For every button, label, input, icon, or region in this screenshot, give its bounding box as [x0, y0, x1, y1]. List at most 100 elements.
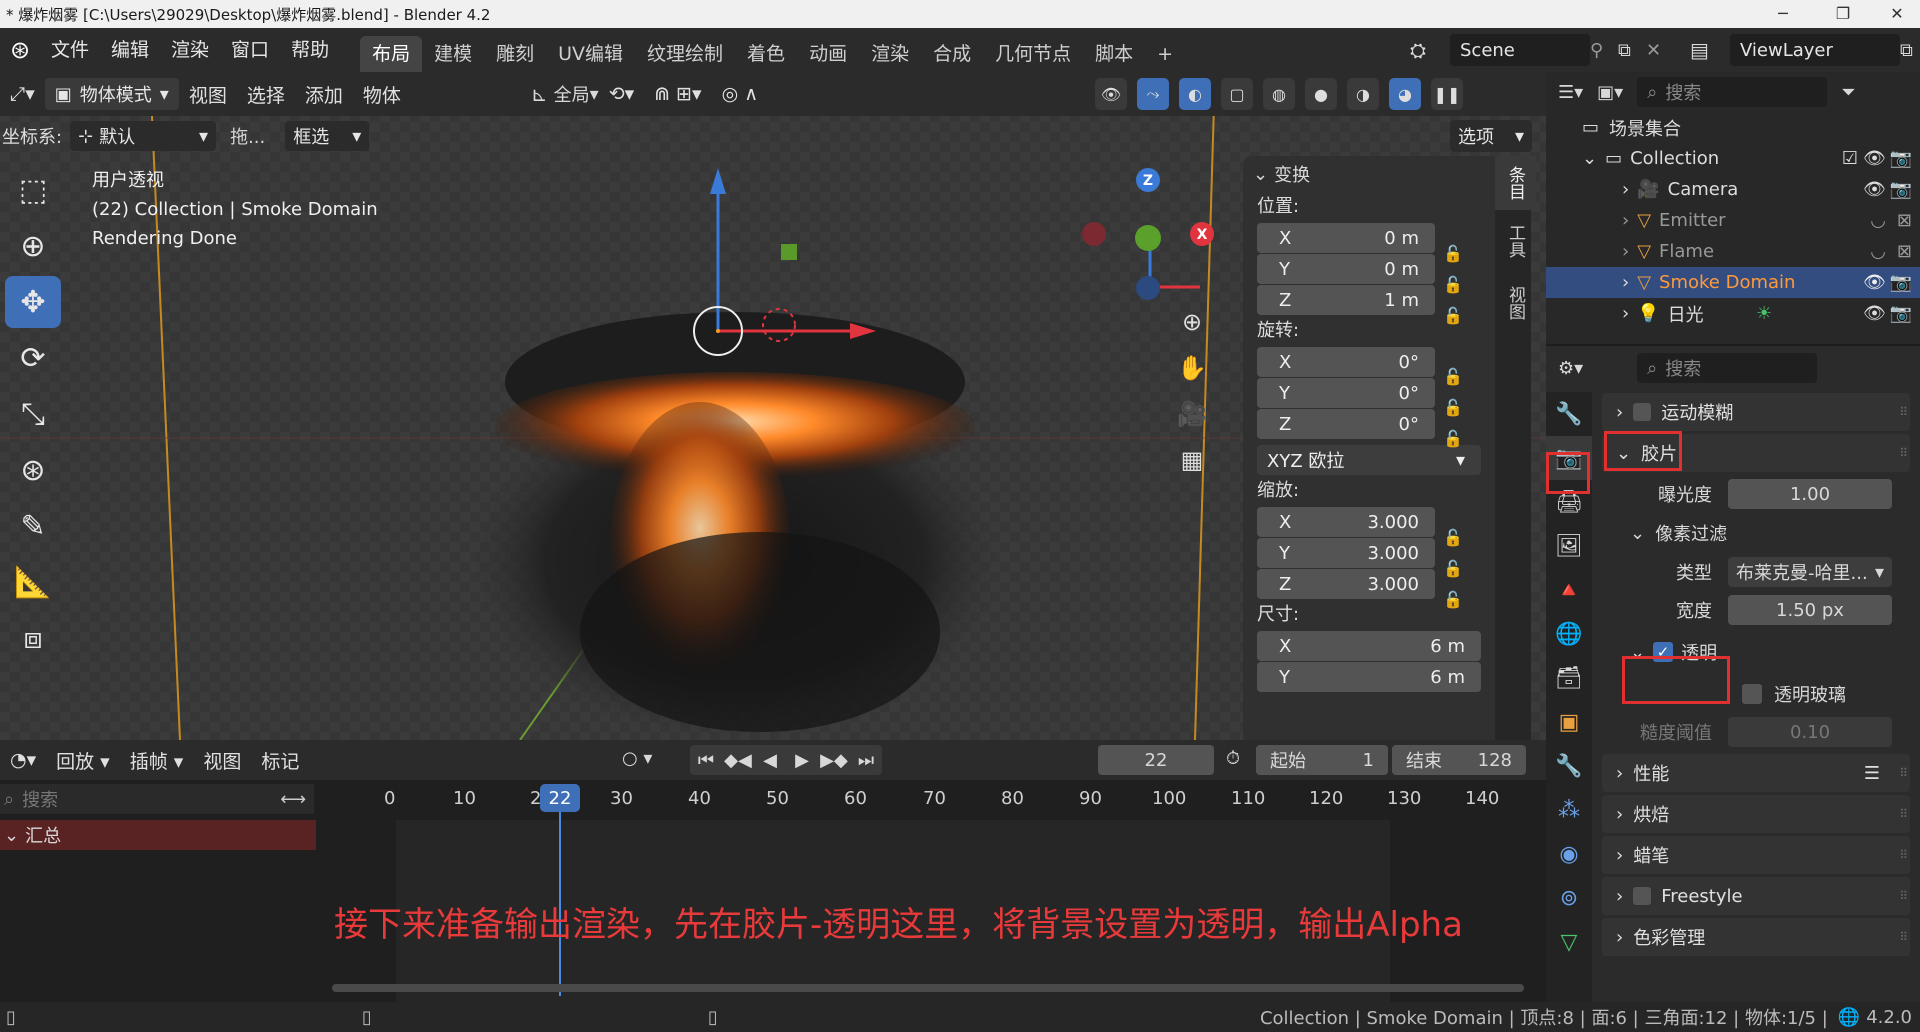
new-view-layer-icon[interactable]: ⧉ — [1900, 40, 1920, 61]
lock-icon[interactable]: 🔓 — [1443, 522, 1463, 553]
current-frame-field[interactable]: 22 — [1098, 745, 1214, 775]
editor-type-icon[interactable]: ⤢▾ — [0, 83, 45, 105]
menu-view[interactable]: 视图 — [179, 81, 237, 108]
menu-object[interactable]: 物体 — [353, 81, 411, 108]
rotation-z-field[interactable]: Z 0° — [1257, 409, 1435, 439]
play-reverse-icon[interactable]: ◀ — [754, 750, 786, 771]
camera-view-icon[interactable]: 🎥 — [1172, 400, 1212, 446]
transform-tool-icon[interactable]: ⊛ — [5, 444, 61, 496]
delete-scene-icon[interactable]: ✕ — [1646, 40, 1670, 61]
view-layer-field[interactable]: ViewLayer — [1730, 34, 1900, 66]
scene-props-icon[interactable]: 🔺 — [1546, 568, 1592, 612]
lock-icon[interactable]: 🔓 — [1443, 269, 1463, 300]
outliner-item-sun[interactable]: › 💡 日光 ☀ 👁 📷 — [1546, 298, 1920, 329]
rotate-tool-icon[interactable]: ⟳ — [5, 332, 61, 384]
options-dropdown[interactable]: 选项 ▾ — [1450, 120, 1532, 152]
tab-modeling[interactable]: 建模 — [422, 36, 484, 72]
lock-icon[interactable]: 🔓 — [1443, 238, 1463, 269]
timeline-search[interactable]: ⌕ 搜索 ⟷ — [0, 784, 314, 814]
lock-icon[interactable]: 🔓 — [1443, 392, 1463, 423]
lock-icon[interactable]: 🔓 — [1443, 361, 1463, 392]
scene-selector[interactable]: ⛭ Scene ⚲ ⧉ ✕ — [1410, 34, 1670, 66]
outliner-item-flame[interactable]: › ▽ Flame ◡ ⊠ — [1546, 236, 1920, 267]
timer-icon[interactable]: ⏱ — [1226, 748, 1240, 769]
frame-ruler[interactable]: 0 10 20 30 40 50 60 70 80 90 100 110 120… — [330, 780, 1530, 820]
outliner-item-smoke-domain[interactable]: › ▽ Smoke Domain 👁 📷 — [1546, 267, 1920, 298]
outliner-item-camera[interactable]: › 🎥 Camera 👁 📷 — [1546, 174, 1920, 205]
scale-z-field[interactable]: Z 3.000 — [1257, 569, 1435, 599]
rotation-x-field[interactable]: X 0° — [1257, 347, 1435, 377]
tab-uv-editing[interactable]: UV编辑 — [546, 36, 635, 72]
start-frame-field[interactable]: 起始 1 — [1256, 745, 1388, 775]
marker-menu[interactable]: 标记 — [251, 747, 309, 774]
timeline-editor-icon[interactable]: ◔▾ — [0, 749, 46, 771]
timeline-body[interactable]: ⌕搜索⟷ ⌄汇总 0 10 20 30 40 50 60 70 80 90 10… — [0, 780, 1546, 1002]
location-y-field[interactable]: Y0 m — [1257, 254, 1435, 284]
add-cube-tool-icon[interactable]: ⧈ — [5, 612, 61, 664]
drag-dropdown[interactable]: 拖... — [230, 123, 265, 149]
location-x-field[interactable]: X0 m — [1257, 223, 1435, 253]
outliner-search[interactable]: ⌕ 搜索 — [1637, 77, 1828, 107]
dimension-y-field[interactable]: Y6 m — [1257, 662, 1481, 692]
menu-select[interactable]: 选择 — [237, 81, 295, 108]
color-management-section[interactable]: › 色彩管理 ⠿ — [1602, 918, 1910, 956]
filter-icon[interactable]: ⏷ — [1841, 82, 1855, 103]
add-workspace-icon[interactable]: + — [1145, 36, 1185, 72]
tab-sculpting[interactable]: 雕刻 — [484, 36, 546, 72]
bake-section[interactable]: › 烘焙 ⠿ — [1602, 795, 1910, 833]
view-layer-props-icon[interactable]: 🖼 — [1546, 524, 1592, 568]
roughness-field[interactable]: 0.10 — [1728, 717, 1892, 747]
grease-pencil-section[interactable]: › 蜡笔 ⠿ — [1602, 836, 1910, 874]
new-scene-icon[interactable]: ⧉ — [1618, 40, 1646, 61]
xray-icon[interactable]: ▢ — [1221, 78, 1253, 110]
filter-type-dropdown[interactable]: 布莱克曼-哈里... ▾ — [1728, 557, 1892, 587]
rendered-shading-icon[interactable]: ◕ — [1389, 78, 1421, 110]
menu-help[interactable]: 帮助 — [280, 28, 340, 72]
menu-render[interactable]: 渲染 — [160, 28, 220, 72]
timeline-scrollbar[interactable] — [332, 984, 1524, 992]
tab-animation[interactable]: 动画 — [797, 36, 859, 72]
gizmo-toggle-icon[interactable]: ⤳ — [1137, 78, 1169, 110]
pivot-icon[interactable]: ⟲▾ — [599, 83, 644, 105]
jump-end-icon[interactable]: ⏭ — [850, 750, 882, 771]
prev-keyframe-icon[interactable]: ◆◀ — [722, 750, 754, 771]
performance-section[interactable]: › 性能 ☰ ⠿ — [1602, 754, 1910, 792]
properties-search[interactable]: ⌕ 搜索 — [1637, 353, 1818, 383]
menu-edit[interactable]: 编辑 — [100, 28, 160, 72]
view-layer-selector[interactable]: ▤ ViewLayer ⧉ — [1690, 34, 1920, 66]
ortho-grid-icon[interactable]: ▦ — [1172, 446, 1212, 492]
material-shading-icon[interactable]: ◑ — [1347, 78, 1379, 110]
annotate-tool-icon[interactable]: ✎ — [5, 500, 61, 552]
freestyle-section[interactable]: › Freestyle ⠿ — [1602, 877, 1910, 915]
keying-menu[interactable]: 插帧 ▾ — [120, 747, 194, 774]
particles-props-icon[interactable]: ⁂ — [1546, 788, 1592, 832]
rotation-y-field[interactable]: Y 0° — [1257, 378, 1435, 408]
transparent-glass-row[interactable]: 透明玻璃 — [1742, 675, 1920, 713]
tab-shading[interactable]: 着色 — [735, 36, 797, 72]
data-props-icon[interactable]: ▽ — [1546, 920, 1592, 964]
tab-item[interactable]: 条目 — [1495, 156, 1536, 210]
scene-collection-row[interactable]: ▭ 场景集合 — [1546, 112, 1920, 143]
auto-key-icon[interactable]: ○ ▾ — [622, 748, 652, 769]
tab-layout[interactable]: 布局 — [360, 36, 423, 72]
select-box-tool-icon[interactable]: ⬚ — [5, 164, 61, 216]
play-icon[interactable]: ▶ — [786, 750, 818, 771]
collection-props-icon[interactable]: 🗃 — [1546, 656, 1592, 700]
location-z-field[interactable]: Z1 m — [1257, 285, 1435, 315]
view-menu[interactable]: 视图 — [193, 747, 251, 774]
mode-selector[interactable]: ▣ 物体模式 ▾ — [44, 78, 179, 110]
physics-props-icon[interactable]: ◉ — [1546, 832, 1592, 876]
pause-render-icon[interactable]: ❚❚ — [1431, 78, 1463, 110]
dimension-x-field[interactable]: X6 m — [1257, 631, 1481, 661]
menu-window[interactable]: 窗口 — [220, 28, 280, 72]
filter-width-field[interactable]: 1.50 px — [1728, 595, 1892, 625]
playback-menu[interactable]: 回放 ▾ — [46, 747, 120, 774]
transform-orientation[interactable]: ⊾ 全局 ▾ — [531, 81, 599, 107]
zoom-icon[interactable]: ⊕ — [1172, 308, 1212, 354]
measure-tool-icon[interactable]: 📐 — [5, 556, 61, 608]
minimize-icon[interactable]: ─ — [1760, 0, 1806, 28]
transparent-glass-checkbox[interactable] — [1742, 684, 1762, 704]
scale-x-field[interactable]: X 3.000 — [1257, 507, 1435, 537]
object-props-icon[interactable]: ▣ — [1546, 700, 1592, 744]
lock-icon[interactable]: 🔓 — [1443, 553, 1463, 584]
